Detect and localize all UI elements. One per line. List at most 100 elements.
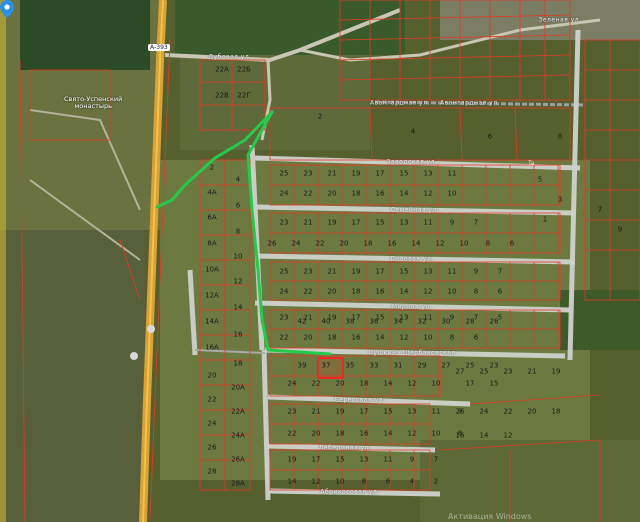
parcel-number-label[interactable]: 16 xyxy=(234,331,243,339)
parcel-number-label[interactable]: 13 xyxy=(400,219,409,227)
parcel-number-label[interactable]: 12 xyxy=(312,478,321,486)
parcel-number-label[interactable]: 8 xyxy=(362,478,366,486)
parcel-number-label[interactable]: 16 xyxy=(388,240,397,248)
parcel-number-label[interactable]: 2 xyxy=(434,478,438,486)
parcel-number-label[interactable]: 8 xyxy=(236,228,240,236)
parcel-number-label[interactable]: 22А xyxy=(231,408,245,416)
parcel-number-label[interactable]: 22 xyxy=(304,190,313,198)
parcel-number-label[interactable]: 1 xyxy=(543,216,547,224)
parcel-number-label[interactable]: 12 xyxy=(424,190,433,198)
parcel-number-label[interactable]: 25 xyxy=(280,268,289,276)
parcel-number-label[interactable]: 4 xyxy=(411,128,415,136)
parcel-number-label[interactable]: 26 xyxy=(208,444,217,452)
parcel-number-label[interactable]: 11 xyxy=(384,456,393,464)
parcel-number-label[interactable]: 11 xyxy=(424,219,433,227)
parcel-number-label[interactable]: 17 xyxy=(360,408,369,416)
parcel-number-label[interactable]: 16 xyxy=(376,190,385,198)
parcel-number-label[interactable]: 15 xyxy=(384,408,393,416)
parcel-number-label[interactable]: 4 xyxy=(236,176,240,184)
parcel-number-label[interactable]: 24А xyxy=(231,432,245,440)
parcel-number-label[interactable]: 23 xyxy=(490,362,499,370)
parcel-number-label[interactable]: 12 xyxy=(504,432,513,440)
parcel-number-label[interactable]: 21 xyxy=(312,408,321,416)
parcel-number-label[interactable]: 15 xyxy=(336,456,345,464)
parcel-number-label[interactable]: 18 xyxy=(552,408,561,416)
parcel-number-label[interactable]: 10 xyxy=(424,334,433,342)
parcel-number-label[interactable]: 22 xyxy=(504,408,513,416)
parcel-number-label[interactable]: 17 xyxy=(376,170,385,178)
parcel-number-label[interactable]: 17 xyxy=(466,380,475,388)
parcel-number-label[interactable]: 14 xyxy=(376,334,385,342)
parcel-number-label[interactable]: 24 xyxy=(288,380,297,388)
parcel-number-label[interactable]: 10 xyxy=(460,240,469,248)
parcel-number-label[interactable]: 15 xyxy=(400,170,409,178)
parcel-number-label[interactable]: 22Г xyxy=(237,92,250,100)
parcel-number-label[interactable]: 7 xyxy=(434,456,438,464)
parcel-number-label[interactable]: 16 xyxy=(376,288,385,296)
parcel-number-label[interactable]: 40 xyxy=(322,318,331,326)
parcel-number-label[interactable]: 4А xyxy=(207,189,216,197)
parcel-number-label[interactable]: 22 xyxy=(304,288,313,296)
parcel-number-label[interactable]: 3 xyxy=(558,196,562,204)
parcel-number-label[interactable]: 12А xyxy=(205,292,219,300)
parcel-number-label[interactable]: 8 xyxy=(474,288,478,296)
parcel-number-label[interactable]: 20 xyxy=(336,380,345,388)
parcel-number-label[interactable]: 24 xyxy=(208,420,217,428)
parcel-number-label[interactable]: 20 xyxy=(312,430,321,438)
parcel-number-label[interactable]: 28 xyxy=(466,318,475,326)
parcel-number-label[interactable]: 26 xyxy=(268,240,277,248)
parcel-number-label[interactable]: 31 xyxy=(394,362,403,370)
parcel-number-label[interactable]: 10 xyxy=(448,288,457,296)
parcel-number-label[interactable]: 6 xyxy=(386,478,390,486)
parcel-number-label[interactable]: 15 xyxy=(490,380,499,388)
parcel-number-label[interactable]: 20 xyxy=(208,372,217,380)
parcel-number-label[interactable]: 21 xyxy=(328,170,337,178)
parcel-number-label[interactable]: 9 xyxy=(450,219,454,227)
parcel-number-label[interactable]: 26 xyxy=(456,408,465,416)
parcel-number-label[interactable]: 22Б xyxy=(237,66,251,74)
parcel-number-label[interactable]: 25 xyxy=(480,368,489,376)
parcel-number-label[interactable]: 39 xyxy=(298,362,307,370)
parcel-number-label[interactable]: 25 xyxy=(466,362,475,370)
parcel-number-label[interactable]: 23 xyxy=(280,219,289,227)
parcel-number-label[interactable]: 23 xyxy=(280,314,289,322)
parcel-number-label[interactable]: 16 xyxy=(360,430,369,438)
parcel-number-label[interactable]: 13 xyxy=(408,408,417,416)
parcel-number-label[interactable]: 19 xyxy=(352,268,361,276)
parcel-number-label[interactable]: 22В xyxy=(215,92,229,100)
parcel-number-label[interactable]: 14А xyxy=(205,318,219,326)
parcel-number-label[interactable]: 15 xyxy=(376,219,385,227)
parcel-number-label[interactable]: 23 xyxy=(504,368,513,376)
parcel-number-label[interactable]: 17 xyxy=(376,268,385,276)
parcel-number-label[interactable]: 18 xyxy=(352,288,361,296)
parcel-number-label[interactable]: 23 xyxy=(288,408,297,416)
parcel-number-label[interactable]: 20 xyxy=(304,334,313,342)
parcel-number-label[interactable]: 33 xyxy=(370,362,379,370)
parcel-number-label[interactable]: 12 xyxy=(408,380,417,388)
parcel-number-label[interactable]: 20 xyxy=(340,240,349,248)
parcel-number-label[interactable]: 9 xyxy=(618,226,622,234)
parcel-number-label[interactable]: 14 xyxy=(480,432,489,440)
map-view[interactable]: 25 23 21 19 17 15 13 11 24 22 20 18 16 14 12 10 23 21 19 17… xyxy=(0,0,640,522)
parcel-number-label[interactable]: 8А xyxy=(207,240,216,248)
parcel-number-label[interactable]: 7 xyxy=(598,206,602,214)
parcel-number-label[interactable]: 4 xyxy=(410,478,414,486)
parcel-number-label[interactable]: 13 xyxy=(360,456,369,464)
parcel-number-label[interactable]: 22 xyxy=(288,430,297,438)
parcel-number-label[interactable]: 2 xyxy=(210,164,214,172)
parcel-number-label[interactable]: 22 xyxy=(280,334,289,342)
parcel-number-label[interactable]: 8 xyxy=(486,240,490,248)
parcel-number-label[interactable]: 7 xyxy=(498,268,502,276)
parcel-number-label[interactable]: 22 xyxy=(316,240,325,248)
parcel-number-label[interactable]: 10 xyxy=(336,478,345,486)
parcel-number-label[interactable]: 6 xyxy=(236,202,240,210)
parcel-number-label[interactable]: 19 xyxy=(336,408,345,416)
parcel-number-label[interactable]: 24 xyxy=(280,288,289,296)
parcel-number-label[interactable]: 11 xyxy=(448,268,457,276)
parcel-number-label[interactable]: 18 xyxy=(352,190,361,198)
parcel-number-label[interactable]: 2 xyxy=(318,113,322,121)
parcel-number-label[interactable]: 29 xyxy=(418,362,427,370)
parcel-number-label[interactable]: 26А xyxy=(231,456,245,464)
parcel-number-label[interactable]: 18 xyxy=(336,430,345,438)
parcel-number-label[interactable]: 18 xyxy=(360,380,369,388)
